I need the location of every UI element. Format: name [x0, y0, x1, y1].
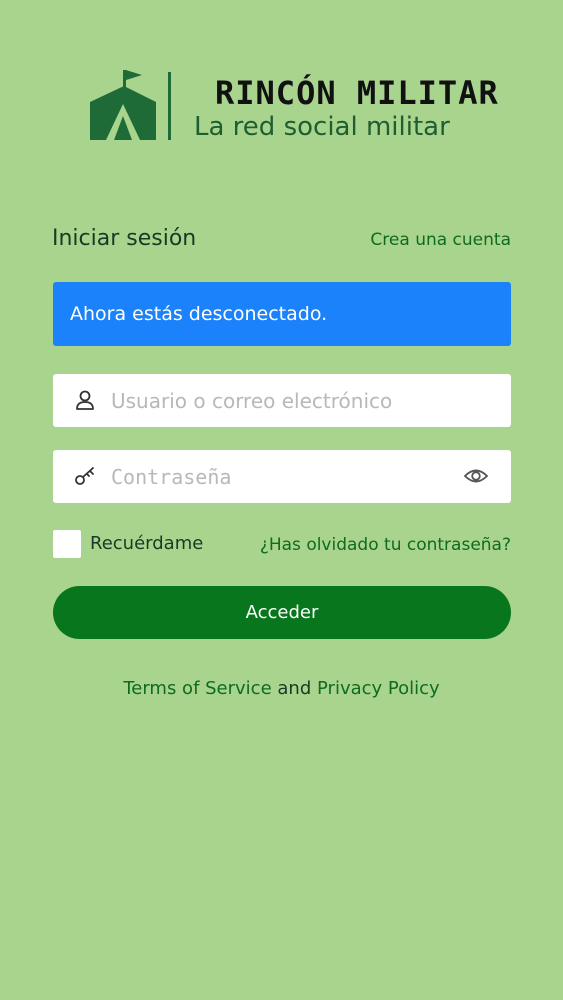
key-icon	[75, 467, 94, 485]
brand-name: RINCÓN MILITAR	[215, 74, 499, 112]
logo-divider	[168, 72, 171, 140]
brand-tagline: La red social militar	[194, 112, 450, 142]
password-field	[53, 450, 511, 503]
username-field	[53, 374, 511, 427]
remember-me-checkbox[interactable]	[53, 530, 81, 558]
privacy-policy-link[interactable]: Privacy Policy	[317, 678, 440, 699]
password-input[interactable]	[111, 450, 451, 503]
login-title: Iniciar sesión	[52, 226, 197, 251]
username-input[interactable]	[111, 374, 451, 427]
logged-out-notice: Ahora estás desconectado.	[53, 282, 511, 346]
tent-flag-icon	[90, 70, 156, 140]
forgot-password-link[interactable]: ¿Has olvidado tu contraseña?	[260, 535, 511, 555]
brand-logo: RINCÓN MILITAR La red social militar	[90, 68, 498, 148]
create-account-link[interactable]: Crea una cuenta	[370, 230, 511, 250]
eye-icon[interactable]	[463, 464, 489, 488]
footer-legal-links: Terms of Service and Privacy Policy	[0, 678, 563, 699]
terms-of-service-link[interactable]: Terms of Service	[123, 678, 271, 699]
login-button[interactable]: Acceder	[53, 586, 511, 639]
footer-conjunction: and	[277, 678, 312, 699]
user-icon	[76, 390, 94, 410]
remember-me-label: Recuérdame	[90, 533, 204, 554]
